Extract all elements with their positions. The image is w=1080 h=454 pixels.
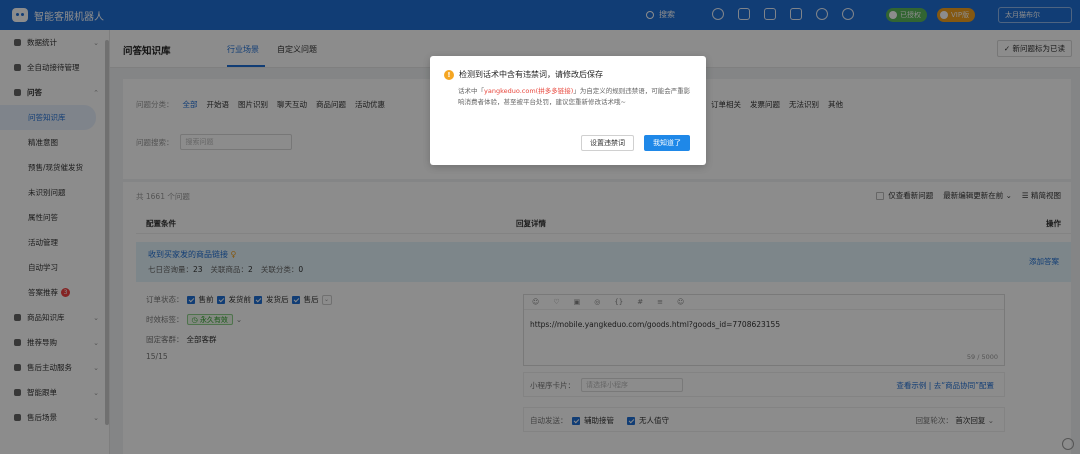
dialog-title: ! 检测到话术中含有违禁词，请修改后保存	[444, 69, 603, 80]
set-forbidden-words-button[interactable]: 设置违禁词	[581, 135, 634, 151]
dialog-body: 话术中「yangkeduo.com(拼多多链接)」为自定义的规则违禁语，可能会严…	[458, 86, 694, 108]
dialog-title-text: 检测到话术中含有违禁词，请修改后保存	[459, 70, 603, 79]
warning-icon: !	[444, 69, 454, 80]
got-it-button[interactable]: 我知道了	[644, 135, 690, 151]
forbidden-word: yangkeduo.com(拼多多链接)	[484, 87, 574, 95]
body-prefix: 话术中「	[458, 87, 484, 95]
warning-dialog: ! 检测到话术中含有违禁词，请修改后保存 话术中「yangkeduo.com(拼…	[430, 56, 706, 165]
lightbulb-icon[interactable]	[1062, 438, 1074, 450]
